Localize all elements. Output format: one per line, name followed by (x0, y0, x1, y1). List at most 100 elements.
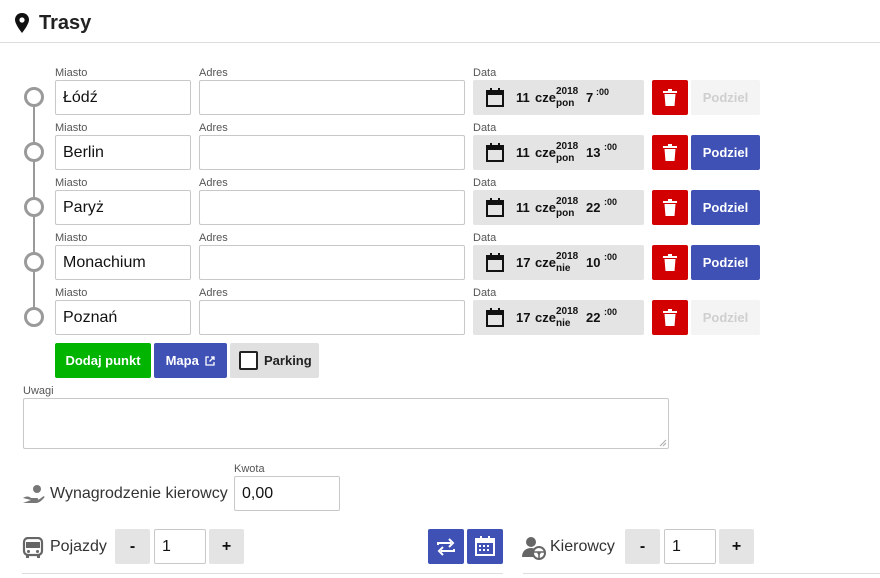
section-title: Trasy (39, 12, 92, 34)
drivers-decrement-button[interactable]: - (625, 529, 660, 564)
drivers-increment-button[interactable]: + (719, 529, 754, 564)
date-year: 2018 (556, 251, 579, 262)
date-year: 2018 (556, 306, 579, 317)
divider (523, 573, 880, 574)
hand-money-icon (23, 485, 45, 503)
time-hour: 10 (586, 255, 601, 270)
route-point-marker[interactable] (24, 307, 44, 327)
date-day: 11 (516, 200, 530, 215)
time-minute: :00 (604, 142, 618, 152)
calendar-icon (486, 308, 504, 327)
parking-toggle[interactable]: Parking (230, 343, 319, 378)
notes-label: Uwagi (23, 385, 54, 397)
trash-icon (663, 199, 677, 216)
vehicles-label: Pojazdy (50, 538, 107, 555)
date-month: cze (535, 145, 556, 160)
divider (22, 573, 503, 574)
address-input[interactable] (199, 300, 465, 335)
split-button[interactable]: Podziel (691, 245, 760, 280)
date-picker[interactable]: 17 cze 2018 nie 10 :00 (473, 245, 644, 280)
date-label: Data (473, 287, 497, 299)
vehicles-increment-button[interactable]: + (209, 529, 244, 564)
date-day: 17 (516, 255, 531, 270)
drivers-count-input[interactable]: 1 (664, 529, 716, 564)
trash-icon (663, 309, 677, 326)
date-weekday: pon (556, 208, 575, 219)
drivers-label: Kierowcy (550, 538, 615, 555)
delete-point-button[interactable] (652, 300, 688, 335)
city-label: Miasto (55, 287, 88, 299)
address-input[interactable] (199, 190, 465, 225)
amount-label: Kwota (234, 463, 265, 475)
date-weekday: nie (556, 318, 571, 329)
city-input[interactable]: Paryż (55, 190, 191, 225)
calendar-button[interactable] (467, 529, 503, 564)
parking-label: Parking (264, 353, 312, 368)
amount-input[interactable]: 0,00 (234, 476, 340, 511)
date-picker[interactable]: 11 cze 2018 pon 13 :00 (473, 135, 644, 170)
city-label: Miasto (55, 67, 88, 79)
city-label: Miasto (55, 122, 88, 134)
time-hour: 13 (586, 145, 601, 160)
date-year: 2018 (556, 141, 579, 152)
route-point-marker[interactable] (24, 197, 44, 217)
time-minute: :00 (596, 87, 610, 97)
city-input[interactable]: Berlin (55, 135, 191, 170)
map-button[interactable]: Mapa (154, 343, 227, 378)
resize-handle-icon (659, 439, 667, 447)
address-label: Adres (199, 232, 228, 244)
time-minute: :00 (604, 252, 618, 262)
date-picker[interactable]: 17 cze 2018 nie 22 :00 (473, 300, 644, 335)
address-label: Adres (199, 67, 228, 79)
date-weekday: pon (556, 98, 575, 109)
calendar-icon (486, 143, 504, 162)
city-label: Miasto (55, 177, 88, 189)
vehicles-decrement-button[interactable]: - (115, 529, 150, 564)
time-minute: :00 (604, 307, 618, 317)
time-hour: 22 (586, 310, 601, 325)
trash-icon (663, 89, 677, 106)
swap-arrows-icon (437, 538, 455, 556)
date-month: cze (535, 200, 556, 215)
date-day: 11 (516, 90, 530, 105)
driver-pay-label: Wynagrodzenie kierowcy (50, 485, 228, 502)
address-input[interactable] (199, 245, 465, 280)
date-weekday: pon (556, 153, 575, 164)
delete-point-button[interactable] (652, 80, 688, 115)
date-label: Data (473, 122, 497, 134)
add-point-button[interactable]: Dodaj punkt (55, 343, 151, 378)
address-input[interactable] (199, 135, 465, 170)
date-label: Data (473, 177, 497, 189)
delete-point-button[interactable] (652, 190, 688, 225)
calendar-icon (486, 88, 504, 107)
parking-checkbox[interactable] (239, 351, 258, 370)
address-label: Adres (199, 287, 228, 299)
city-label: Miasto (55, 232, 88, 244)
swap-button[interactable] (428, 529, 464, 564)
route-point-marker[interactable] (24, 142, 44, 162)
date-month: cze (535, 90, 556, 105)
city-input[interactable]: Łódź (55, 80, 191, 115)
notes-textarea[interactable] (23, 398, 669, 449)
city-input[interactable]: Monachium (55, 245, 191, 280)
address-input[interactable] (199, 80, 465, 115)
date-weekday: nie (556, 263, 571, 274)
date-picker[interactable]: 11 cze 2018 pon 7 :00 (473, 80, 644, 115)
route-point-marker[interactable] (24, 252, 44, 272)
split-button[interactable]: Podziel (691, 80, 760, 115)
section-header: Trasy (0, 0, 880, 43)
trash-icon (663, 254, 677, 271)
date-year: 2018 (556, 196, 579, 207)
route-point-marker[interactable] (24, 87, 44, 107)
date-label: Data (473, 232, 497, 244)
split-button[interactable]: Podziel (691, 300, 760, 335)
city-input[interactable]: Poznań (55, 300, 191, 335)
split-button[interactable]: Podziel (691, 190, 760, 225)
date-picker[interactable]: 11 cze 2018 pon 22 :00 (473, 190, 644, 225)
split-button[interactable]: Podziel (691, 135, 760, 170)
delete-point-button[interactable] (652, 135, 688, 170)
vehicles-count-input[interactable]: 1 (154, 529, 206, 564)
delete-point-button[interactable] (652, 245, 688, 280)
calendar-icon (486, 253, 504, 272)
trash-icon (663, 144, 677, 161)
